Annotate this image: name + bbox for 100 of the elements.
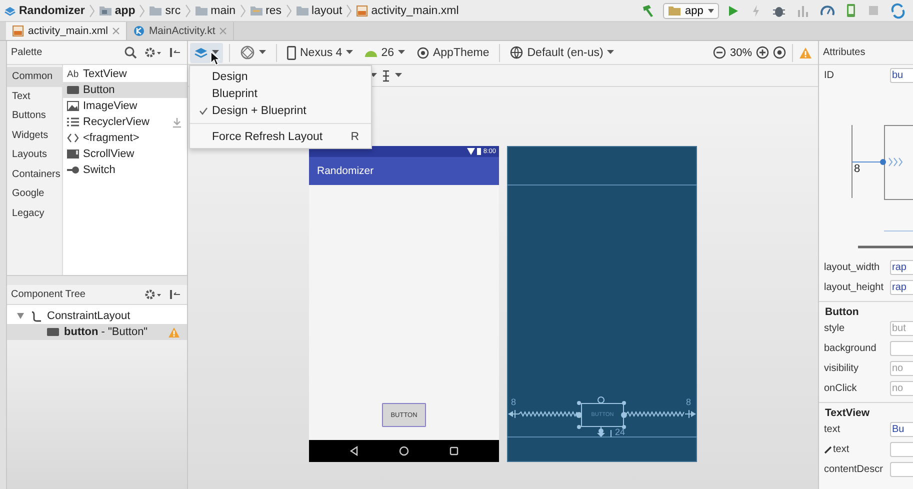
folder-icon (194, 5, 208, 16)
palette-item[interactable]: <fragment> (63, 130, 187, 146)
shortcut-key: R (350, 130, 359, 142)
caret-icon[interactable] (395, 73, 402, 78)
pin-icon[interactable] (169, 46, 181, 59)
palette-item[interactable]: RecyclerView (63, 114, 187, 130)
api-level-dropdown[interactable]: 26 (361, 42, 409, 62)
margin-value: 8 (511, 397, 516, 407)
menu-item[interactable]: Design + Blueprint (190, 102, 371, 119)
input-field[interactable]: rap (890, 280, 913, 294)
breadcrumb-item[interactable]: res (250, 4, 282, 16)
attribute-label: contentDescr (824, 464, 884, 474)
input-field[interactable]: no (890, 360, 913, 376)
input-field[interactable] (890, 340, 913, 356)
warning-icon[interactable] (168, 326, 180, 338)
input-field[interactable]: Bu (890, 422, 913, 436)
gauge-icon[interactable] (820, 4, 835, 18)
file-tab[interactable]: MainActivity.kt (126, 22, 234, 40)
text-cursor-icon[interactable] (381, 70, 391, 82)
category-item[interactable]: Containers (7, 164, 62, 184)
app-title: Randomizer (317, 165, 374, 177)
category-item[interactable]: Layouts (7, 145, 62, 164)
palette-item[interactable]: ScrollView (63, 146, 187, 162)
chevron-icon (286, 4, 292, 18)
phone-icon[interactable] (845, 3, 857, 18)
layers-icon (194, 46, 208, 59)
sync-icon[interactable] (890, 2, 906, 18)
search-icon[interactable] (124, 46, 137, 59)
input-field[interactable]: bu (890, 68, 913, 82)
file-tab[interactable]: activity_main.xml (6, 22, 127, 40)
category-item[interactable]: Legacy (7, 204, 62, 223)
theme-button[interactable]: AppTheme (412, 42, 494, 62)
zoom-to-fit-icon[interactable] (773, 46, 786, 59)
back-icon[interactable] (349, 446, 359, 456)
theme-icon (416, 46, 429, 58)
attribute-label: ID (824, 70, 835, 80)
menu-item[interactable]: Force Refresh Layout R (190, 128, 371, 145)
breadcrumb-item[interactable]: app (98, 4, 136, 16)
folder-icon (296, 5, 309, 16)
breadcrumb-item[interactable]: activity_main.xml (356, 4, 459, 16)
caret-icon (212, 50, 219, 55)
input-field[interactable]: no (890, 380, 913, 396)
hammer-icon[interactable] (640, 2, 656, 18)
run-configuration-dropdown[interactable]: app (663, 2, 719, 18)
input-field[interactable]: but (890, 320, 913, 336)
close-icon[interactable] (112, 27, 120, 35)
kotlin-file-icon (132, 25, 145, 37)
settings-icon[interactable] (144, 288, 162, 301)
category-item[interactable]: Buttons (7, 106, 62, 126)
recents-icon[interactable] (449, 446, 459, 456)
view-mode-button[interactable] (190, 42, 223, 62)
category-item[interactable]: Text (7, 86, 62, 106)
globe-icon (510, 46, 524, 59)
caret-icon (707, 8, 716, 14)
device-dropdown[interactable]: Nexus 4 (283, 42, 358, 62)
input-field[interactable] (890, 442, 913, 456)
tree-item[interactable]: ConstraintLayout (7, 308, 187, 324)
palette-item[interactable]: ImageView (63, 98, 187, 114)
tree-item[interactable]: button - "Button" (7, 324, 187, 340)
breadcrumb-item[interactable]: layout (296, 4, 342, 16)
settings-icon[interactable] (144, 46, 162, 59)
attribute-label: style (824, 322, 846, 334)
android-icon (365, 48, 378, 56)
image-icon (67, 101, 79, 111)
bottom-constraint (597, 426, 612, 438)
rotate-icon (240, 45, 255, 60)
resize-handle[interactable] (576, 396, 627, 429)
home-icon[interactable] (399, 446, 409, 456)
pin-icon[interactable] (169, 288, 181, 301)
margin-value: 8 (854, 163, 860, 175)
bias-bar[interactable] (858, 246, 913, 248)
zoom-out-icon[interactable] (712, 46, 726, 59)
palette-item[interactable]: Switch (63, 162, 187, 178)
spring-constraint (508, 410, 578, 418)
project-icon (4, 4, 16, 16)
spring-constraint (626, 410, 696, 418)
caret-icon (398, 50, 405, 55)
attribute-label: layout_height (824, 282, 884, 292)
locale-dropdown[interactable]: Default (en-us) (506, 42, 618, 62)
checkmark-icon (198, 106, 208, 114)
warning-icon[interactable] (799, 46, 812, 58)
category-item[interactable]: Google (7, 184, 62, 204)
expand-arrow-icon[interactable] (16, 312, 25, 320)
menu-item[interactable]: Blueprint (190, 85, 371, 102)
palette-item[interactable]: Ab TextView (63, 66, 187, 82)
code-icon (67, 133, 79, 143)
zoom-in-icon[interactable] (756, 46, 769, 59)
download-icon[interactable] (172, 116, 182, 128)
run-icon[interactable] (726, 4, 740, 18)
breadcrumb-item[interactable]: src (149, 4, 181, 16)
caret-icon (346, 50, 354, 55)
category-item[interactable]: Widgets (7, 126, 62, 145)
caret-icon (259, 50, 266, 55)
palette-item[interactable]: Button (63, 82, 187, 98)
input-field[interactable]: rap (890, 260, 913, 274)
splitter-handle[interactable] (7, 275, 187, 285)
category-item[interactable]: Common (7, 67, 62, 86)
breadcrumb-item[interactable]: main (194, 4, 236, 16)
breadcrumb-item[interactable]: Randomizer (4, 4, 85, 16)
input-field[interactable] (890, 462, 913, 476)
